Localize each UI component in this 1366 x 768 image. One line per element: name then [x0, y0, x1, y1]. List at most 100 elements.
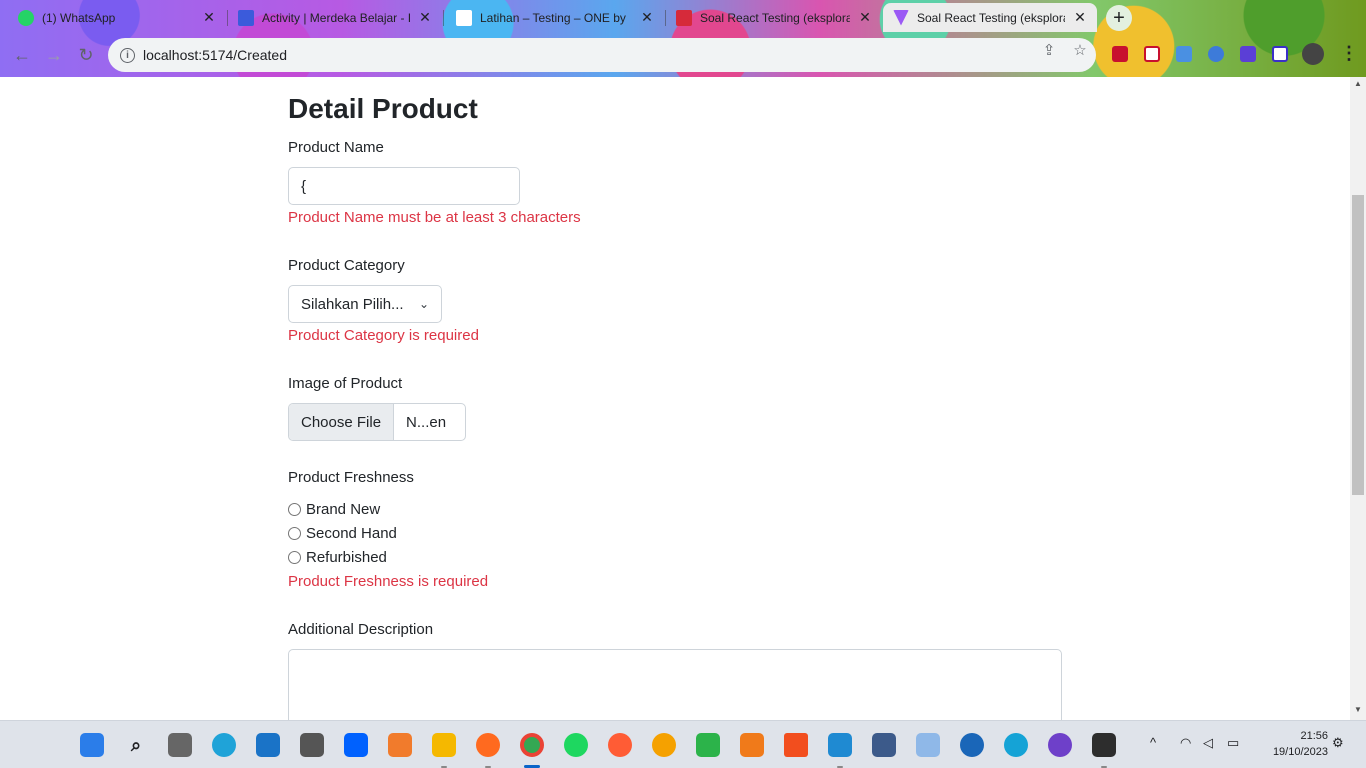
choose-file-button[interactable]: Choose File — [289, 404, 395, 440]
app-orange-icon[interactable] — [652, 733, 676, 757]
radio-label: Brand New — [306, 501, 381, 518]
browser-chrome: (1) WhatsApp ✕ Activity | Merdeka Belaja… — [0, 0, 1366, 77]
radio-button[interactable] — [288, 527, 301, 540]
menu-dots-icon[interactable]: ⋮ — [1340, 43, 1358, 64]
vscode-icon[interactable] — [828, 733, 852, 757]
tab-latihan-testing[interactable]: Latihan – Testing – ONE by ✕ — [446, 3, 664, 32]
battery-icon[interactable]: ▭ — [1227, 735, 1239, 751]
radio-brand-new[interactable]: Brand New — [288, 501, 380, 518]
taskbar: ⌕ ^ ◠ ◁ ▭ 21:56 19/10/2023 ⚙ — [0, 720, 1366, 768]
product-name-input[interactable] — [288, 167, 520, 205]
radio-refurbished[interactable]: Refurbished — [288, 549, 387, 566]
chevron-down-icon: ⌄ — [418, 297, 429, 311]
page-scrollbar[interactable]: ▲ ▼ — [1350, 77, 1366, 720]
task-view-icon[interactable] — [168, 733, 192, 757]
product-category-label: Product Category — [288, 257, 405, 274]
freshness-error: Product Freshness is required — [288, 573, 489, 590]
tab-title: Soal React Testing (eksploras — [700, 10, 850, 25]
description-label: Additional Description — [288, 621, 434, 638]
bookmark-star-icon[interactable]: ☆ — [1071, 41, 1089, 59]
radio-second-hand[interactable]: Second Hand — [288, 525, 397, 542]
tab-soal-react-1[interactable]: Soal React Testing (eksploras ✕ — [666, 3, 882, 32]
virtualbox-icon[interactable] — [872, 733, 896, 757]
freshness-label: Product Freshness — [288, 469, 414, 486]
scrollbar-thumb[interactable] — [1352, 195, 1364, 495]
address-bar[interactable]: i localhost:5174/Created — [108, 38, 1096, 72]
app-w-icon[interactable] — [960, 733, 984, 757]
reload-icon[interactable]: ↻ — [74, 43, 98, 67]
clock-time: 21:56 — [1300, 730, 1328, 742]
image-label: Image of Product — [288, 375, 403, 392]
mail-icon[interactable] — [256, 733, 280, 757]
forward-arrow-icon[interactable]: → — [42, 43, 66, 67]
new-tab-button[interactable]: + — [1106, 5, 1132, 31]
whatsapp-icon — [18, 9, 34, 26]
page-viewport: Detail Product Product Name Product Name… — [0, 77, 1350, 720]
extension-shield-icon[interactable] — [1112, 46, 1128, 62]
clock-date: 19/10/2023 — [1272, 746, 1328, 758]
radio-label: Refurbished — [306, 549, 387, 566]
chevron-up-icon[interactable]: ^ — [1150, 735, 1156, 750]
scroll-down-icon[interactable]: ▼ — [1354, 705, 1362, 714]
tab-whatsapp[interactable]: (1) WhatsApp ✕ — [8, 3, 226, 32]
amazon-icon[interactable] — [300, 733, 324, 757]
tab-title: Latihan – Testing – ONE by — [480, 10, 626, 25]
search-icon[interactable]: ⌕ — [124, 733, 148, 757]
firefox-icon[interactable] — [476, 733, 500, 757]
extension-feather-icon[interactable] — [1208, 46, 1224, 62]
spotify-icon[interactable] — [564, 733, 588, 757]
tab-merdeka-belajar[interactable]: Activity | Merdeka Belajar - K ✕ — [228, 3, 442, 32]
scroll-up-icon[interactable]: ▲ — [1354, 79, 1362, 88]
close-icon[interactable]: ✕ — [1073, 9, 1087, 26]
app-cube-icon[interactable] — [916, 733, 940, 757]
close-icon[interactable]: ✕ — [418, 9, 432, 26]
windows-start-icon[interactable] — [80, 733, 104, 757]
radio-label: Second Hand — [306, 525, 397, 542]
radio-button[interactable] — [288, 503, 301, 516]
product-category-error: Product Category is required — [288, 327, 479, 344]
profile-avatar[interactable] — [1302, 43, 1324, 65]
extension-page-icon[interactable] — [1176, 46, 1192, 62]
github-icon[interactable] — [1048, 733, 1072, 757]
vite-icon — [893, 9, 909, 26]
file-explorer-icon[interactable] — [432, 733, 456, 757]
product-name-error: Product Name must be at least 3 characte… — [288, 209, 581, 226]
description-textarea[interactable] — [288, 649, 1062, 720]
chrome-icon[interactable] — [520, 733, 544, 757]
clock[interactable]: 21:56 19/10/2023 — [1256, 728, 1328, 760]
extensions-puzzle-icon[interactable] — [1240, 46, 1256, 62]
book-icon — [676, 9, 692, 26]
extension-mcafee-icon[interactable] — [1144, 46, 1160, 62]
wifi-icon[interactable]: ◠ — [1180, 735, 1191, 751]
tab-soal-react-active[interactable]: Soal React Testing (eksploras ✕ — [883, 3, 1097, 32]
tab-title: (1) WhatsApp — [42, 10, 116, 25]
figma-icon[interactable] — [784, 733, 808, 757]
tab-separator — [443, 10, 444, 26]
radio-button[interactable] — [288, 551, 301, 564]
product-category-select[interactable]: Silahkan Pilih... ⌄ — [288, 285, 442, 323]
file-name: N...en — [406, 413, 447, 431]
close-icon[interactable]: ✕ — [202, 9, 216, 26]
product-name-label: Product Name — [288, 139, 384, 156]
app-green-icon[interactable] — [696, 733, 720, 757]
edge-icon[interactable] — [212, 733, 236, 757]
share-icon[interactable]: ⇪ — [1040, 41, 1058, 59]
app-blocks-icon[interactable] — [740, 733, 764, 757]
terminal-icon[interactable] — [1092, 733, 1116, 757]
merdeka-icon — [238, 9, 254, 26]
one-icon — [456, 9, 472, 26]
tab-title: Activity | Merdeka Belajar - K — [262, 10, 410, 25]
postman-icon[interactable] — [608, 733, 632, 757]
image-file-input[interactable]: Choose File N...en — [288, 403, 466, 441]
info-icon[interactable]: i — [120, 47, 135, 63]
side-panel-icon[interactable] — [1272, 46, 1288, 62]
volume-icon[interactable]: ◁ — [1203, 735, 1213, 751]
url-text[interactable]: localhost:5174/Created — [143, 47, 287, 63]
back-arrow-icon[interactable]: ← — [10, 43, 34, 67]
dropbox-icon[interactable] — [344, 733, 368, 757]
close-icon[interactable]: ✕ — [858, 9, 872, 26]
app-cloud-icon[interactable] — [1004, 733, 1028, 757]
notification-icon[interactable]: ⚙ — [1332, 735, 1344, 751]
xampp-icon[interactable] — [388, 733, 412, 757]
close-icon[interactable]: ✕ — [640, 9, 654, 26]
